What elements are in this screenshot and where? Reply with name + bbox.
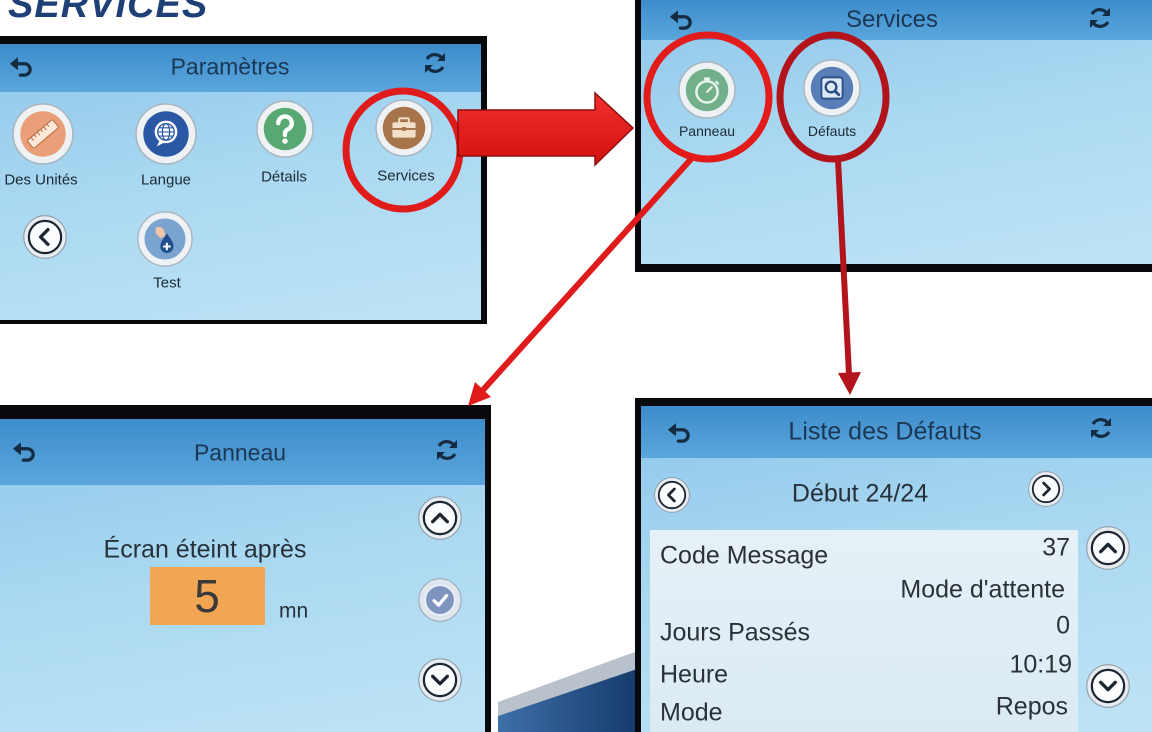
hand-drop-icon [137,211,193,267]
fault-row-value: 10:19 [1009,650,1072,679]
briefcase-icon [375,99,433,157]
setting-label: Écran éteint après [103,535,307,564]
back-arrow-icon[interactable] [667,420,693,446]
language-label: Langue [140,171,192,189]
back-circle-button[interactable] [23,215,67,259]
confirm-button[interactable] [418,578,462,622]
chevron-right-icon [1028,471,1064,507]
previous-fault-button[interactable] [654,477,690,513]
back-arrow-icon[interactable] [12,439,38,465]
screen-panneau: Panneau Écran éteint après 5 mn [0,405,491,732]
chevron-down-icon [418,658,462,702]
test-button[interactable] [137,211,193,267]
fault-row-label: Code Message [660,541,829,570]
back-arrow-icon[interactable] [669,7,695,33]
ruler-icon [12,103,74,165]
units-label: Des Unités [4,171,78,189]
refresh-icon[interactable] [434,437,460,463]
fault-row-label: Mode [660,698,723,727]
fault-row-value: Mode d'attente [900,575,1065,604]
fault-row-value: Repos [995,692,1068,721]
chevron-up-icon [418,496,462,540]
fault-row-label: Jours Passés [660,618,811,647]
scroll-up-button[interactable] [1086,526,1130,570]
scroll-up-button[interactable] [418,496,462,540]
fault-position: Début 24/24 [791,479,929,508]
faults-label: Défauts [807,123,857,139]
back-arrow-icon[interactable] [9,54,35,80]
fault-row-value: 0 [1056,611,1070,640]
screen-liste-defauts: Liste des Défauts Début 24/24 Code Messa… [635,398,1152,732]
screen-parametres: Paramètres Des Unités Langue Détails Ser… [0,36,487,324]
refresh-icon[interactable] [422,50,448,76]
details-button[interactable] [256,100,314,158]
test-label: Test [153,274,181,292]
chevron-left-icon [23,215,67,259]
next-fault-button[interactable] [1028,471,1064,507]
timeout-unit: mn [279,599,309,623]
question-icon [256,100,314,158]
timeout-value-field[interactable]: 5 [150,567,265,625]
screen-title: Services [845,6,939,33]
screen-title: Liste des Défauts [788,417,982,446]
faults-button[interactable] [803,59,861,117]
panel-button[interactable] [678,61,736,119]
details-label: Détails [261,168,307,186]
services-button[interactable] [375,99,433,157]
chevron-left-icon [654,477,690,513]
language-button[interactable] [135,103,197,165]
chevron-down-icon [1086,664,1130,708]
slide: SERVICES Paramètres Des Unités Langue Dé… [0,0,1152,732]
refresh-icon[interactable] [1087,5,1113,31]
fault-row-label: Heure [660,660,729,689]
chevron-up-icon [1086,526,1130,570]
check-icon [418,578,462,622]
magnifier-icon [803,59,861,117]
refresh-icon[interactable] [1088,415,1114,441]
screen-title: Panneau [193,439,287,466]
screen-title: Paramètres [170,53,290,80]
units-button[interactable] [12,103,74,165]
panel-label: Panneau [678,123,736,139]
scroll-down-button[interactable] [418,658,462,702]
stopwatch-icon [678,61,736,119]
globe-speech-icon [135,103,197,165]
slide-title: SERVICES [8,0,209,26]
scroll-down-button[interactable] [1086,664,1130,708]
screen-services: Services Panneau Défauts [635,0,1152,272]
fault-row-value: 37 [1042,533,1070,562]
services-label: Services [377,167,435,185]
timeout-value: 5 [194,570,220,622]
